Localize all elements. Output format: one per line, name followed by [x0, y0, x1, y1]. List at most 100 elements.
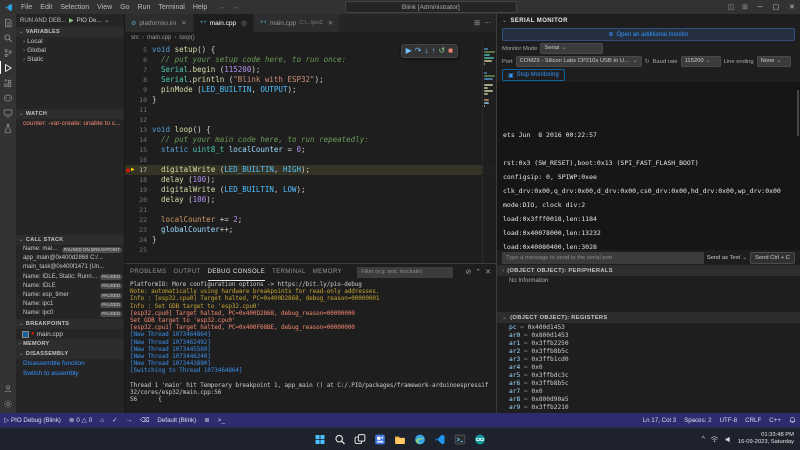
- minimap[interactable]: [482, 43, 496, 263]
- tray-overflow-icon[interactable]: ^: [702, 436, 705, 443]
- status-ln[interactable]: Ln 17, Col 3: [639, 417, 680, 424]
- history-nav-icons[interactable]: ← →: [219, 4, 241, 11]
- call-stack-item[interactable]: Name: main...PAUSED ON BREAKPOINT: [16, 245, 124, 254]
- window-minimize-button[interactable]: ─: [752, 0, 768, 14]
- call-stack-section-header[interactable]: ⌄CALL STACK: [16, 235, 124, 245]
- code-line-24[interactable]: 24}: [125, 235, 496, 245]
- breadcrumb-item[interactable]: src: [131, 35, 139, 41]
- breadcrumb-item[interactable]: loop(): [179, 35, 194, 41]
- register-row[interactable]: ar2 = 0x3ffb8b5c: [497, 348, 800, 356]
- call-stack-item[interactable]: Name: IDLE, Static: Runni...PAUSED: [16, 273, 124, 282]
- status-spaces[interactable]: Spaces: 2: [680, 417, 716, 424]
- settings-icon[interactable]: [0, 396, 16, 411]
- remote-explorer-icon[interactable]: [0, 105, 16, 120]
- breadcrumb[interactable]: src›main.cpp›loop(): [125, 32, 496, 43]
- register-row[interactable]: ar7 = 0x0: [497, 388, 800, 396]
- line-number[interactable]: 6: [125, 55, 152, 65]
- serial-monitor-header[interactable]: ⌄ SERIAL MONITOR: [497, 14, 800, 27]
- search-icon[interactable]: [0, 30, 16, 45]
- debug-console-output[interactable]: PlatformIO: More configuration options -…: [125, 280, 496, 413]
- code-line-21[interactable]: 21: [125, 205, 496, 215]
- line-number[interactable]: 5: [125, 45, 152, 55]
- line-number[interactable]: 10: [125, 95, 152, 105]
- layout-sidebar-icon[interactable]: ⊞: [738, 3, 752, 11]
- close-tab-icon[interactable]: ✕: [181, 19, 186, 27]
- code-line-18[interactable]: 18 delay (100);: [125, 175, 496, 185]
- line-number[interactable]: 24: [125, 235, 152, 245]
- register-row[interactable]: ar4 = 0x0: [497, 364, 800, 372]
- breakpoint-dot-icon[interactable]: ●: [126, 165, 130, 175]
- line-number[interactable]: 11: [125, 105, 152, 115]
- switch-to-assembly-link[interactable]: Switch to assembly: [16, 369, 124, 379]
- serial-message-input[interactable]: [502, 252, 704, 264]
- line-ending-select[interactable]: None⌄: [757, 56, 791, 67]
- line-number[interactable]: 17●▶: [125, 165, 152, 175]
- code-line-25[interactable]: 25: [125, 245, 496, 255]
- call-stack-item[interactable]: Name: esp_timerPAUSED: [16, 291, 124, 300]
- console-filter-input[interactable]: [357, 267, 453, 278]
- port-select[interactable]: COM29 - Silicon Labs CP210x USB to UART …: [516, 56, 642, 67]
- status-utf-8[interactable]: UTF-8: [716, 417, 742, 424]
- call-stack-item[interactable]: Name: ipc1PAUSED: [16, 300, 124, 309]
- code-line-23[interactable]: 23 globalCounter++;: [125, 225, 496, 235]
- continue-button[interactable]: ▶: [406, 46, 412, 56]
- watch-item[interactable]: counter: -var-create: unable to c...: [16, 119, 124, 128]
- menu-view[interactable]: View: [93, 4, 116, 11]
- register-row[interactable]: ar3 = 0x3ffb1cd0: [497, 356, 800, 364]
- panel-tab-memory[interactable]: MEMORY: [313, 264, 342, 280]
- step-out-button[interactable]: ↑: [431, 46, 435, 56]
- stop-monitoring-button[interactable]: ▣ Stop Monitoring: [502, 69, 565, 81]
- clear-console-icon[interactable]: ⊘: [465, 268, 471, 276]
- code-line-16[interactable]: 16: [125, 155, 496, 165]
- problems-indicator[interactable]: ⊗0△0: [65, 416, 96, 424]
- variables-scope-item[interactable]: ›Local: [16, 37, 124, 46]
- breakpoints-section-header[interactable]: ⌄BREAKPOINTS: [16, 319, 124, 329]
- pin-icon[interactable]: ◎: [241, 19, 247, 27]
- pio-serial-monitor-button[interactable]: ≣: [200, 416, 213, 424]
- code-line-19[interactable]: 19 digitalWrite (LED_BUILTIN, LOW);: [125, 185, 496, 195]
- serial-output-terminal[interactable]: ets Jun 8 2016 00:22:57 rst:0x3 (SW_RESE…: [497, 82, 800, 250]
- breakpoint-item[interactable]: ● main.cpp: [16, 329, 124, 339]
- taskbar-start-icon[interactable]: [313, 432, 328, 447]
- line-number[interactable]: 14: [125, 135, 152, 145]
- menu-selection[interactable]: Selection: [56, 4, 93, 11]
- line-number[interactable]: 18: [125, 175, 152, 185]
- layout-panel-icon[interactable]: ◫: [724, 3, 738, 11]
- line-number[interactable]: 15: [125, 145, 152, 155]
- send-ctrl-c-button[interactable]: Send Ctrl + C: [750, 252, 795, 264]
- window-close-button[interactable]: ✕: [784, 0, 800, 14]
- panel-tab-terminal[interactable]: TERMINAL: [272, 264, 306, 280]
- menu-go[interactable]: Go: [116, 4, 133, 11]
- close-tab-icon[interactable]: ✕: [328, 19, 333, 27]
- debug-session-indicator[interactable]: ▷PIO Debug (Blink): [0, 416, 65, 424]
- volume-icon[interactable]: [724, 435, 733, 444]
- memory-section-header[interactable]: ›MEMORY: [16, 339, 124, 349]
- code-line-22[interactable]: 22 localCounter += 2;: [125, 215, 496, 225]
- panel-tab-debug-console[interactable]: DEBUG CONSOLE: [208, 264, 266, 281]
- register-row[interactable]: ar1 = 0x3ffb2250: [497, 340, 800, 348]
- code-line-10[interactable]: 10}: [125, 95, 496, 105]
- taskbar-explorer-icon[interactable]: [393, 432, 408, 447]
- code-line-9[interactable]: 9 pinMode (LED_BUILTIN, OUTPUT);: [125, 85, 496, 95]
- register-row[interactable]: pc = 0x400d1453: [497, 324, 800, 332]
- registers-section-header[interactable]: ⌄(OBJECT OBJECT): REGISTERS: [497, 312, 800, 323]
- breakpoint-checkbox[interactable]: [22, 331, 29, 338]
- line-number[interactable]: 13: [125, 125, 152, 135]
- status-crlf[interactable]: CRLF: [741, 417, 765, 424]
- code-line-17[interactable]: 17●▶ digitalWrite (LED_BUILTIN, HIGH);: [125, 165, 496, 175]
- taskbar-arduino-icon[interactable]: [473, 432, 488, 447]
- tests-icon[interactable]: [0, 120, 16, 135]
- taskbar-clock[interactable]: 01:33:48 PM 16-09-2023, Saturday: [738, 432, 794, 446]
- taskbar-widgets-icon[interactable]: [373, 432, 388, 447]
- pio-clean-button[interactable]: ⌫: [136, 416, 153, 424]
- taskbar-edge-icon[interactable]: [413, 432, 428, 447]
- register-row[interactable]: ar6 = 0x3ffb8b5c: [497, 380, 800, 388]
- menu-terminal[interactable]: Terminal: [154, 4, 188, 11]
- split-editor-icon[interactable]: ⊞: [474, 19, 480, 27]
- step-into-button[interactable]: ↓: [424, 46, 428, 56]
- menu-edit[interactable]: Edit: [36, 4, 56, 11]
- watch-section-header[interactable]: ⌄WATCH: [16, 109, 124, 119]
- scrollbar[interactable]: [797, 90, 799, 136]
- call-stack-item[interactable]: Name: IDLEPAUSED: [16, 282, 124, 291]
- more-actions-icon[interactable]: ⋯: [484, 19, 491, 27]
